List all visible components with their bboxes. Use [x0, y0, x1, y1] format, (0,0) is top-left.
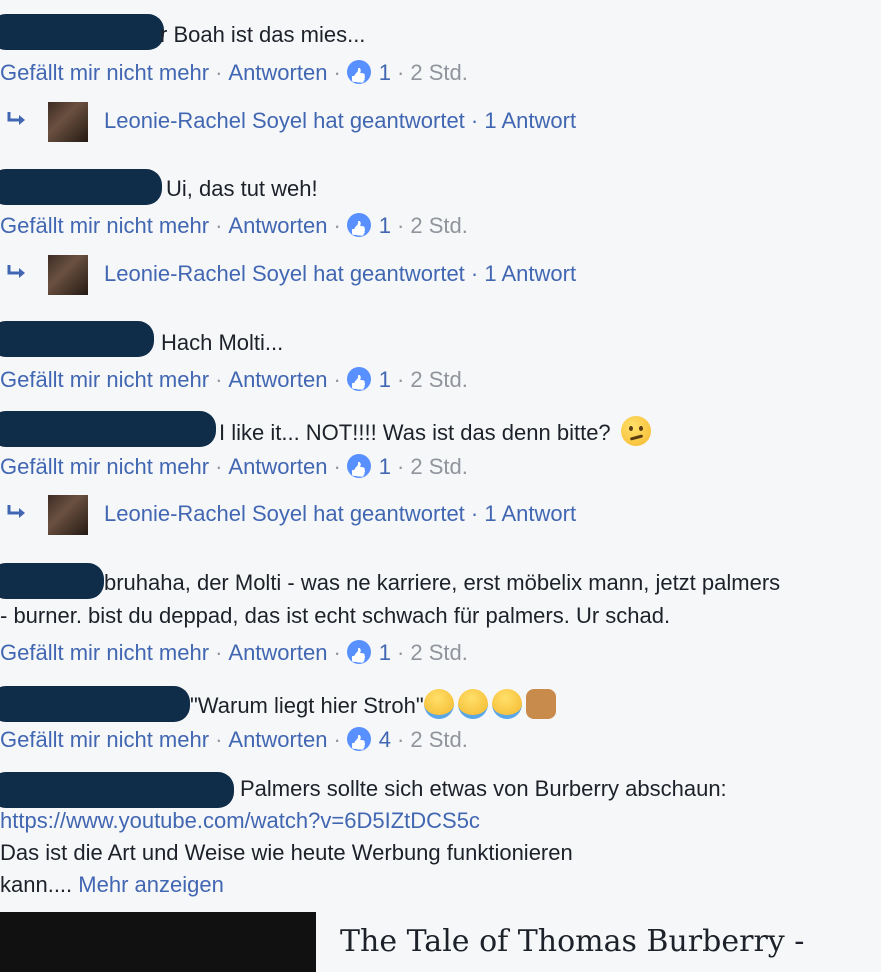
- unlike-link[interactable]: Gefällt mir nicht mehr: [0, 640, 209, 665]
- reply-summary[interactable]: Leonie-Rachel Soyel hat geantwortet · 1 …: [0, 495, 700, 535]
- like-icon[interactable]: [346, 727, 371, 751]
- comment-text-line3: Das ist die Art und Weise wie heute Werb…: [0, 840, 573, 865]
- timestamp[interactable]: 2 Std.: [410, 727, 467, 752]
- unlike-link[interactable]: Gefällt mir nicht mehr: [0, 60, 209, 85]
- youtube-link[interactable]: https://www.youtube.com/watch?v=6D5IZtDC…: [0, 808, 480, 834]
- unlike-link[interactable]: Gefällt mir nicht mehr: [0, 367, 209, 392]
- like-icon[interactable]: [346, 640, 371, 664]
- unlike-link[interactable]: Gefällt mir nicht mehr: [0, 454, 209, 479]
- laughing-tears-icon: [491, 689, 522, 719]
- comment-text-content: I like it... NOT!!!! Was ist das denn bi…: [219, 420, 611, 445]
- reply-summary-text[interactable]: Leonie-Rachel Soyel hat geantwortet · 1 …: [104, 261, 576, 287]
- comment-text-line1: bruhaha, der Molti - was ne karriere, er…: [104, 570, 781, 595]
- redacted-name: [0, 169, 162, 205]
- like-count[interactable]: 1: [379, 454, 391, 479]
- comment-actions: Gefällt mir nicht mehr·Antworten·1·2 Std…: [0, 213, 468, 239]
- reply-link[interactable]: Antworten: [228, 213, 327, 238]
- like-count[interactable]: 1: [379, 213, 391, 238]
- confused-face-icon: [620, 416, 651, 446]
- timestamp[interactable]: 2 Std.: [410, 367, 467, 392]
- like-count[interactable]: 1: [379, 60, 391, 85]
- redacted-name: [0, 411, 216, 447]
- like-icon[interactable]: [346, 213, 371, 237]
- reply-summary[interactable]: Leonie-Rachel Soyel hat geantwortet · 1 …: [0, 102, 700, 142]
- unlike-link[interactable]: Gefällt mir nicht mehr: [0, 727, 209, 752]
- reply-link[interactable]: Antworten: [228, 727, 327, 752]
- timestamp[interactable]: 2 Std.: [410, 213, 467, 238]
- reply-link[interactable]: Antworten: [228, 640, 327, 665]
- comment-text: Hach Molti...: [161, 330, 284, 355]
- comment-actions: Gefällt mir nicht mehr·Antworten·1·2 Std…: [0, 367, 468, 393]
- avatar[interactable]: [48, 102, 88, 142]
- raised-hands-icon: [525, 689, 556, 719]
- like-count[interactable]: 1: [379, 640, 391, 665]
- redacted-name: [0, 686, 190, 722]
- comment-text: Ui, das tut weh!: [166, 176, 318, 201]
- timestamp[interactable]: 2 Std.: [410, 454, 467, 479]
- reply-link[interactable]: Antworten: [228, 367, 327, 392]
- reply-link[interactable]: Antworten: [228, 454, 327, 479]
- link-preview-title[interactable]: The Tale of Thomas Burberry -: [340, 924, 804, 959]
- timestamp[interactable]: 2 Std.: [410, 640, 467, 665]
- avatar[interactable]: [48, 255, 88, 295]
- redacted-name: [0, 772, 234, 808]
- show-more-link[interactable]: Mehr anzeigen: [78, 872, 224, 897]
- comment-text-content: kann....: [0, 872, 73, 897]
- comment-text-line2: - burner. bist du deppad, das ist echt s…: [0, 603, 671, 628]
- comment-text-line4: kann.... Mehr anzeigen: [0, 872, 224, 898]
- comment-text: I like it... NOT!!!! Was ist das denn bi…: [219, 416, 651, 446]
- like-count[interactable]: 4: [379, 727, 391, 752]
- comment-text-line1: Palmers sollte sich etwas von Burberry a…: [240, 776, 727, 801]
- video-thumbnail[interactable]: [0, 912, 316, 972]
- comment-actions: Gefällt mir nicht mehr·Antworten·1·2 Std…: [0, 454, 468, 480]
- redacted-name: [0, 563, 104, 599]
- laughing-tears-icon: [457, 689, 488, 719]
- comment-text: "Warum liegt hier Stroh": [190, 689, 556, 719]
- reply-summary[interactable]: Leonie-Rachel Soyel hat geantwortet · 1 …: [0, 255, 700, 295]
- redacted-name: [0, 14, 164, 50]
- timestamp[interactable]: 2 Std.: [410, 60, 467, 85]
- reply-link[interactable]: Antworten: [228, 60, 327, 85]
- like-icon[interactable]: [346, 367, 371, 391]
- comment-actions: Gefällt mir nicht mehr·Antworten·1·2 Std…: [0, 60, 468, 86]
- redacted-name: [0, 321, 154, 357]
- reply-summary-text[interactable]: Leonie-Rachel Soyel hat geantwortet · 1 …: [104, 501, 576, 527]
- unlike-link[interactable]: Gefällt mir nicht mehr: [0, 213, 209, 238]
- comment-actions: Gefällt mir nicht mehr·Antworten·1·2 Std…: [0, 640, 468, 666]
- comment-text-content: "Warum liegt hier Stroh": [190, 693, 424, 718]
- reply-arrow-icon: [7, 112, 25, 125]
- comment-actions: Gefällt mir nicht mehr·Antworten·4·2 Std…: [0, 727, 468, 753]
- laughing-tears-icon: [423, 689, 454, 719]
- reply-summary-text[interactable]: Leonie-Rachel Soyel hat geantwortet · 1 …: [104, 108, 576, 134]
- avatar[interactable]: [48, 495, 88, 535]
- like-icon[interactable]: [346, 454, 371, 478]
- like-count[interactable]: 1: [379, 367, 391, 392]
- reply-arrow-icon: [7, 505, 25, 518]
- reply-arrow-icon: [7, 265, 25, 278]
- like-icon[interactable]: [346, 60, 371, 84]
- comment-text: r Boah ist das mies...: [160, 22, 366, 47]
